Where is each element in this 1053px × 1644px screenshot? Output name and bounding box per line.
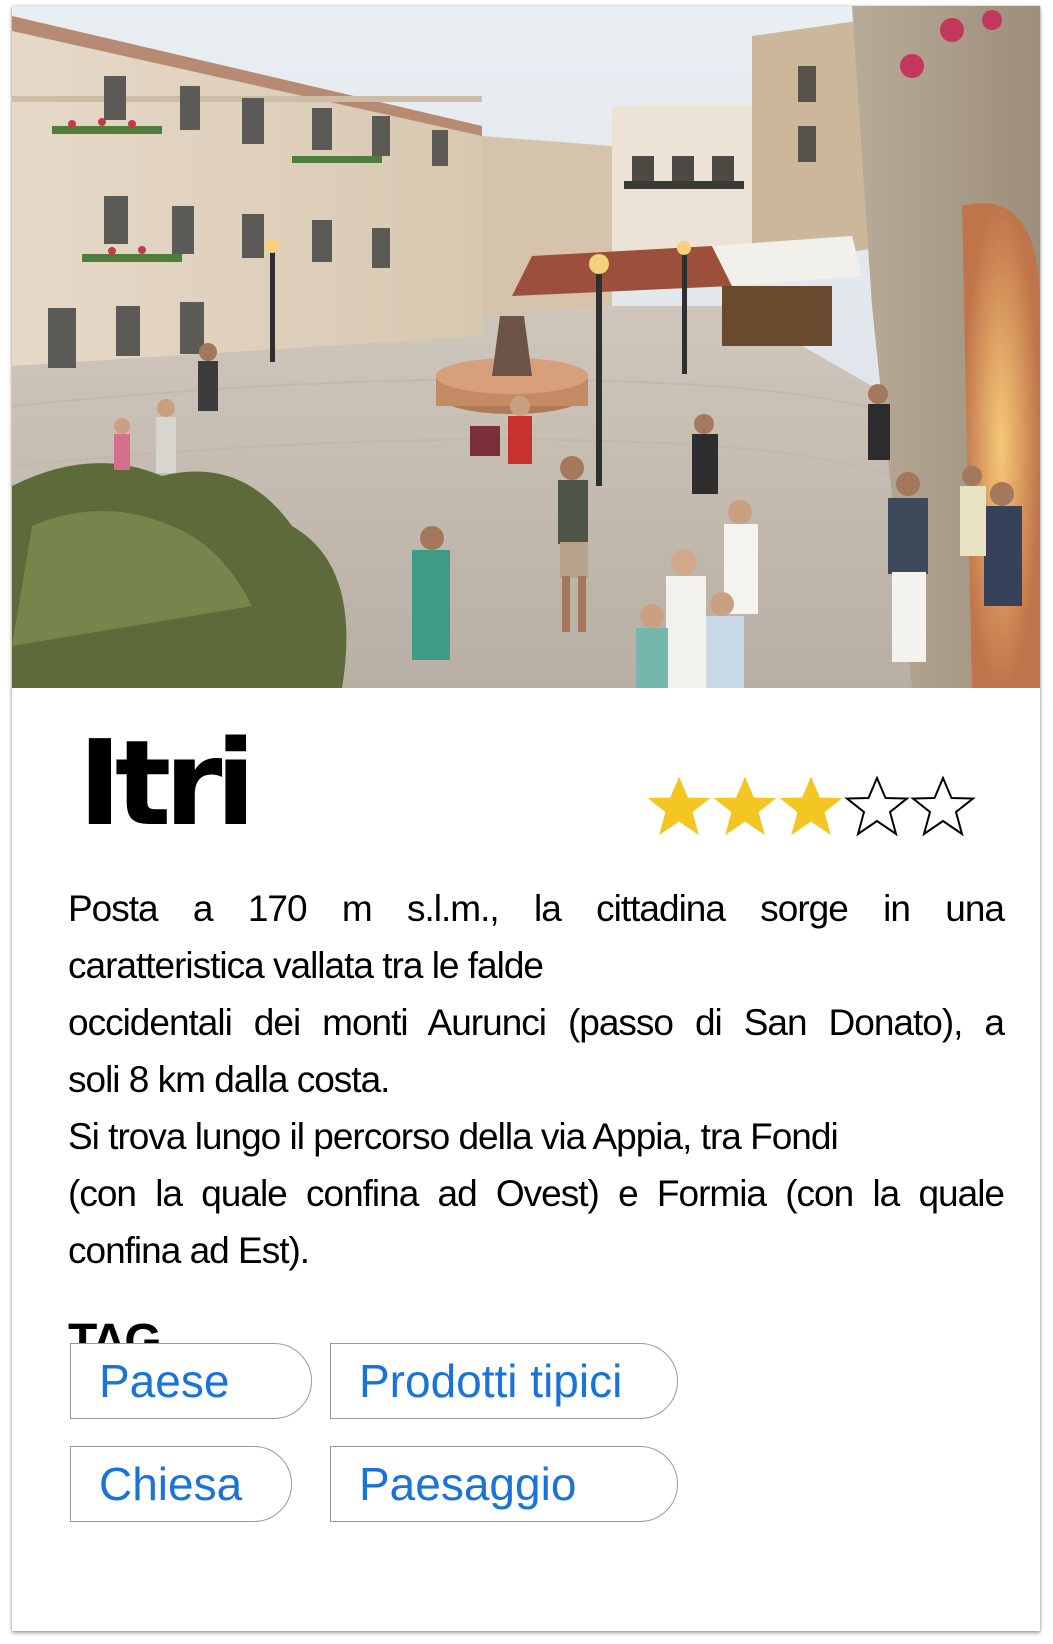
tag-chiesa[interactable]: Chiesa xyxy=(70,1446,292,1522)
tag-paesaggio[interactable]: Paesaggio xyxy=(330,1446,678,1522)
description-line: Si trova lungo il percorso della via App… xyxy=(68,1116,839,1157)
description-line: confina ad Est). xyxy=(68,1230,310,1271)
star-filled-icon[interactable] xyxy=(646,774,712,838)
description-line: Posta a 170 m s.l.m., la cittadina sorge… xyxy=(68,888,1005,929)
star-rating[interactable] xyxy=(646,774,976,838)
place-card: Itri Posta a 170 m s.l.m., la cittadina … xyxy=(12,6,1040,1631)
description-line: (con la quale confina ad Ovest) e Formia… xyxy=(68,1173,1005,1214)
star-empty-icon[interactable] xyxy=(910,774,976,838)
star-filled-icon[interactable] xyxy=(712,774,778,838)
description-line: caratteristica vallata tra le falde xyxy=(68,945,544,986)
description-line: soli 8 km dalla costa. xyxy=(68,1059,390,1100)
tag-prodotti-tipici[interactable]: Prodotti tipici xyxy=(330,1343,678,1419)
tag-paese[interactable]: Paese xyxy=(70,1343,312,1419)
star-filled-icon[interactable] xyxy=(778,774,844,838)
place-description: Posta a 170 m s.l.m., la cittadina sorge… xyxy=(68,880,1005,1279)
hero-photo xyxy=(12,6,1040,688)
description-line: occidentali dei monti Aurunci (passo di … xyxy=(68,1002,1005,1043)
star-empty-icon[interactable] xyxy=(844,774,910,838)
place-title: Itri xyxy=(78,714,256,852)
